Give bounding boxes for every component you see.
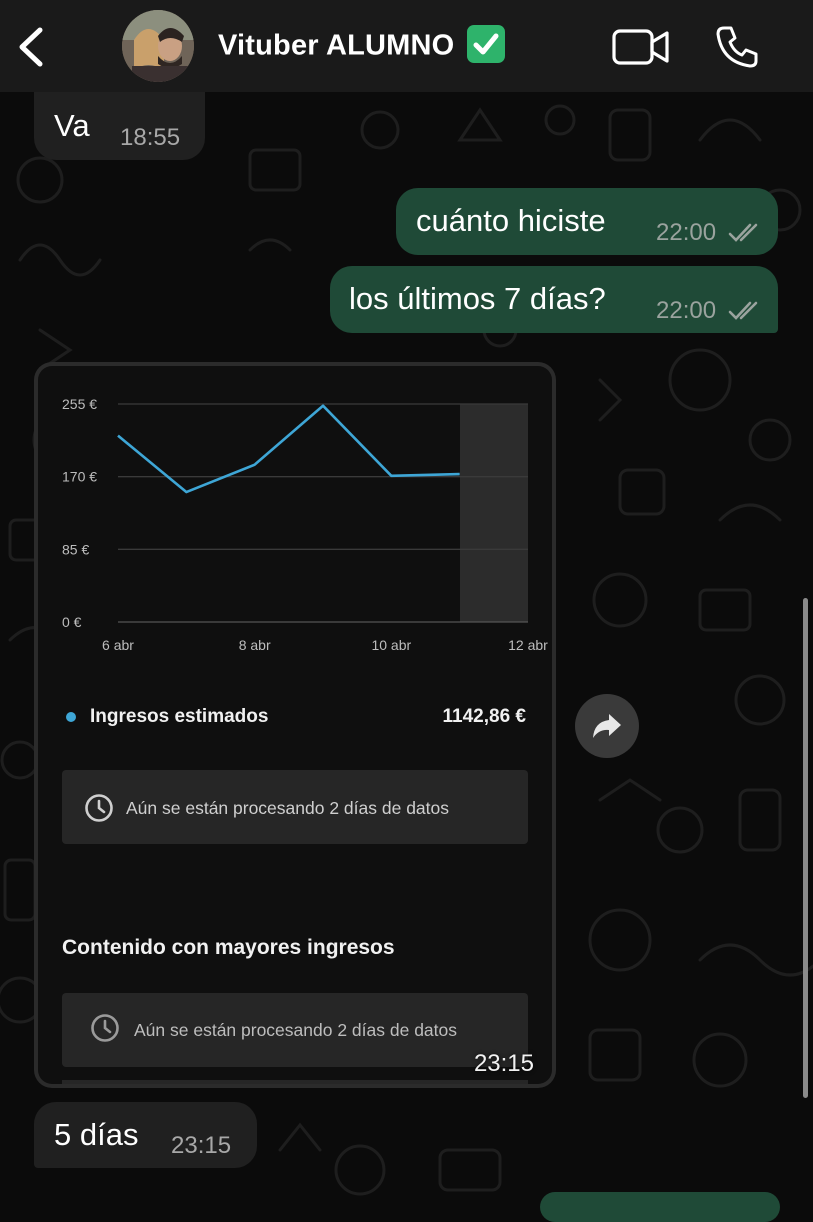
contact-name-text: Vituber ALUMNO	[218, 30, 454, 62]
processing-shade	[460, 404, 528, 622]
avatar[interactable]	[122, 10, 194, 82]
scrollbar[interactable]	[803, 598, 808, 1098]
processing-notice: Aún se están procesando 2 días de datos	[62, 993, 528, 1067]
message-text: 5 días	[54, 1119, 138, 1150]
voice-call-button[interactable]	[714, 24, 760, 70]
avatar-photo	[122, 10, 194, 82]
y-tick-label: 85 €	[62, 541, 89, 557]
message-time: 22:00	[656, 221, 716, 245]
series-line	[118, 406, 460, 492]
check-mark-icon	[467, 25, 505, 63]
y-tick-label: 170 €	[62, 469, 97, 485]
read-ticks-icon	[728, 300, 762, 322]
legend-label: Ingresos estimados	[90, 706, 268, 728]
message-bubble-outgoing[interactable]: los últimos 7 días? 22:00	[330, 266, 778, 333]
legend-dot	[66, 712, 76, 722]
x-tick-label: 10 abr	[371, 637, 411, 653]
video-call-button[interactable]	[612, 28, 670, 66]
message-time: 18:55	[120, 126, 180, 150]
processing-notice: Aún se están procesando 2 días de datos	[62, 770, 528, 844]
x-tick-label: 12 abr	[508, 637, 548, 653]
message-bubble-outgoing-partial[interactable]	[540, 1192, 780, 1222]
clock-icon	[90, 1013, 120, 1043]
x-tick-label: 6 abr	[102, 637, 134, 653]
message-bubble-outgoing[interactable]: cuánto hiciste 22:00	[396, 188, 778, 255]
back-button[interactable]	[14, 26, 50, 68]
read-ticks-icon	[728, 222, 762, 244]
clock-icon	[84, 793, 114, 823]
message-time: 22:00	[656, 299, 716, 323]
chevron-left-icon	[14, 26, 50, 68]
contact-name[interactable]: Vituber ALUMNO	[218, 28, 505, 66]
chat-header: Vituber ALUMNO	[0, 0, 813, 92]
section-title: Contenido con mayores ingresos	[62, 936, 395, 960]
message-text: los últimos 7 días?	[349, 283, 606, 314]
message-bubble-incoming[interactable]: 5 días 23:15	[34, 1102, 257, 1168]
message-bubble-incoming[interactable]: Va 18:55	[34, 92, 205, 160]
message-time: 23:15	[171, 1134, 231, 1158]
video-camera-icon	[612, 28, 670, 66]
forward-button[interactable]	[575, 694, 639, 758]
x-tick-label: 8 abr	[239, 637, 271, 653]
notice-text: Aún se están procesando 2 días de datos	[126, 798, 449, 819]
next-card-edge	[62, 1080, 528, 1084]
y-tick-label: 0 €	[62, 614, 82, 630]
message-text: Va	[54, 110, 90, 141]
phone-icon	[714, 24, 760, 70]
share-arrow-icon	[575, 694, 639, 758]
image-message-bubble[interactable]: 0 €85 €170 €255 €6 abr8 abr10 abr12 abr …	[34, 362, 556, 1088]
y-tick-label: 255 €	[62, 396, 97, 412]
shared-screenshot-image[interactable]: 0 €85 €170 €255 €6 abr8 abr10 abr12 abr …	[38, 366, 552, 1084]
revenue-line-chart: 0 € 85 € 170 € 255 € 6 abr 8 abr 10 abr 12 abr	[38, 366, 552, 686]
message-text: cuánto hiciste	[416, 205, 606, 236]
legend-value: 1142,86 €	[443, 706, 526, 728]
message-time: 23:15	[474, 1050, 534, 1078]
notice-text: Aún se están procesando 2 días de datos	[134, 1020, 457, 1041]
